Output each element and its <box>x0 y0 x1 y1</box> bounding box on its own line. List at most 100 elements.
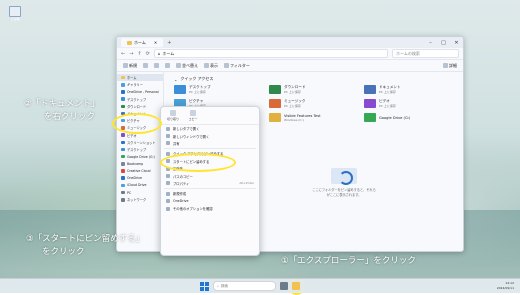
scissors-icon <box>170 110 176 116</box>
chevron-down-icon: ⌄ <box>174 76 178 82</box>
quick-access-title: クイック アクセス <box>180 76 214 81</box>
system-tray[interactable]: 14:12 2024/09/11 <box>497 281 514 290</box>
sidebar-item[interactable]: OneDrive - Personal <box>117 88 163 95</box>
filter-icon <box>224 63 229 68</box>
sidebar-item[interactable]: Bootcamp <box>117 160 163 167</box>
menu-item-icon <box>166 199 170 204</box>
folder-icon <box>121 198 125 202</box>
folder-icon <box>121 162 125 166</box>
cut-button[interactable] <box>143 63 148 68</box>
context-menu-item[interactable]: プロパティ Alt+Enter <box>161 180 259 187</box>
folder-icon <box>121 169 125 173</box>
copy-action[interactable]: コピー <box>186 110 200 121</box>
close-button[interactable]: ✕ <box>450 40 463 46</box>
menu-item-icon <box>166 191 170 196</box>
menu-item-icon <box>166 141 170 146</box>
sidebar-item-label: デスクトップ <box>127 147 147 152</box>
quick-access-location: Windows (C:) <box>284 117 304 122</box>
quick-access-header[interactable]: ⌄ クイック アクセス <box>174 76 453 82</box>
tab-home[interactable]: ホーム ✕ <box>121 38 164 47</box>
address-field[interactable]: ⌂ ホーム <box>153 49 388 58</box>
menu-item-label: 新しいウィンドウで開く <box>173 134 210 139</box>
sidebar-item-label: ホーム <box>127 76 137 81</box>
copy-button[interactable] <box>154 63 159 68</box>
folder-icon <box>121 140 125 145</box>
menu-item-label: OneDrive <box>173 199 189 204</box>
folder-icon <box>364 85 376 94</box>
forward-arrow-icon[interactable]: → <box>129 51 133 57</box>
sidebar-item-label: スクリーンショット <box>127 140 156 145</box>
quick-access-item[interactable]: ダウンロード PC 上に保存 <box>269 85 358 94</box>
sort-button[interactable]: 並べ替え <box>176 63 198 69</box>
sidebar-item[interactable]: ダウンロード <box>117 103 163 110</box>
menu-separator <box>164 148 256 150</box>
step1-note: ①「エクスプローラー」をクリック <box>281 255 416 268</box>
context-menu-item[interactable]: 共有 <box>161 140 259 147</box>
sidebar-item[interactable]: Google Drive (G:) <box>117 153 163 160</box>
sidebar-item[interactable]: デスクトップ <box>117 96 163 103</box>
context-menu-item[interactable]: パスのコピー <box>161 172 259 179</box>
minimize-button[interactable]: – <box>424 40 437 46</box>
new-label: 新規 <box>129 62 137 68</box>
menu-item-icon <box>166 134 170 139</box>
quick-access-item[interactable]: Visible Features Test Windows (C:) <box>269 113 358 122</box>
folder-icon <box>121 190 125 195</box>
quick-access-item[interactable]: Google Drive (G:) <box>364 113 453 122</box>
search-placeholder: ホームの検索 <box>396 50 420 56</box>
task-view-icon[interactable] <box>280 282 288 290</box>
scissors-icon <box>143 63 148 68</box>
context-menu-item[interactable]: 新しいタブで開く <box>161 125 259 132</box>
sidebar-item-label: OneDrive - Personal <box>127 89 159 94</box>
cut-action[interactable]: 切り取り <box>166 110 180 121</box>
sort-label: 並べ替え <box>182 62 198 68</box>
recycle-bin-icon[interactable]: ごみ箱 <box>9 6 21 21</box>
windows-start-icon[interactable] <box>200 281 209 291</box>
sidebar-item-label: iCloud Drive <box>127 183 147 188</box>
maximize-button[interactable]: □ <box>437 40 450 46</box>
details-button[interactable]: 詳細 <box>443 63 457 69</box>
quick-access-item[interactable]: ミュージック PC 上に保存 <box>269 99 358 108</box>
file-explorer-taskbar-icon[interactable] <box>292 282 300 290</box>
shortcut-hint: Alt+Enter <box>239 181 254 186</box>
sidebar-item-label: Google Drive (G:) <box>127 154 155 159</box>
context-menu-item[interactable]: OneDrive <box>161 198 259 205</box>
folder-icon <box>121 176 125 180</box>
clock-date: 2024/09/11 <box>496 285 514 290</box>
context-menu-item[interactable]: 新しいウィンドウで開く <box>161 132 259 139</box>
menu-item-icon <box>166 174 170 179</box>
context-menu-item[interactable]: 新規作成 <box>161 190 259 197</box>
folder-icon <box>121 104 125 109</box>
new-tab-button[interactable]: + <box>167 40 171 46</box>
search-input[interactable]: ホームの検索 <box>392 49 459 58</box>
paste-button[interactable] <box>165 63 170 68</box>
sidebar-item[interactable]: OneDrive <box>117 175 163 182</box>
context-menu-item[interactable]: その他のオプションを確認 <box>161 205 259 212</box>
sidebar-item[interactable]: デスクトップ <box>117 146 163 153</box>
quick-access-item[interactable]: デスクトップ PC 上に保存 <box>174 85 263 94</box>
refresh-icon[interactable]: ⟳ <box>146 51 150 57</box>
sidebar-item[interactable]: Creative Cloud <box>117 167 163 174</box>
sidebar-item[interactable]: スクリーンショット <box>117 139 163 146</box>
sidebar-item-label: ダウンロード <box>127 104 147 109</box>
taskbar-search[interactable]: ⌕ 検索 <box>213 281 276 291</box>
folder-icon <box>174 85 186 94</box>
tab-bar: ホーム ✕ + – □ ✕ <box>117 37 463 48</box>
sidebar-item[interactable]: PC <box>117 189 163 196</box>
sidebar-item[interactable]: iCloud Drive <box>117 182 163 189</box>
view-button[interactable]: 表示 <box>204 63 218 69</box>
quick-access-item[interactable]: ビデオ PC 上に保存 <box>364 99 453 108</box>
quick-access-item[interactable]: ドキュメント PC 上に保存 <box>364 85 453 94</box>
menu-item-label: 共有 <box>173 141 180 146</box>
address-bar: ← → ↑ ⟳ ⌂ ホーム ホームの検索 <box>117 48 463 60</box>
back-arrow-icon[interactable]: ← <box>121 51 125 57</box>
tab-close-icon[interactable]: ✕ <box>154 40 157 45</box>
step2-line2: を右クリック <box>44 112 96 122</box>
new-button[interactable]: 新規 <box>123 63 137 69</box>
sidebar-item[interactable]: ネットワーク <box>117 196 163 203</box>
filter-button[interactable]: フィルター <box>224 63 250 69</box>
folder-icon <box>121 97 125 101</box>
sidebar-item[interactable]: ホーム <box>117 74 163 82</box>
up-arrow-icon[interactable]: ↑ <box>137 51 141 57</box>
home-icon <box>127 40 132 45</box>
sidebar-item[interactable]: ギャラリー <box>117 81 163 88</box>
